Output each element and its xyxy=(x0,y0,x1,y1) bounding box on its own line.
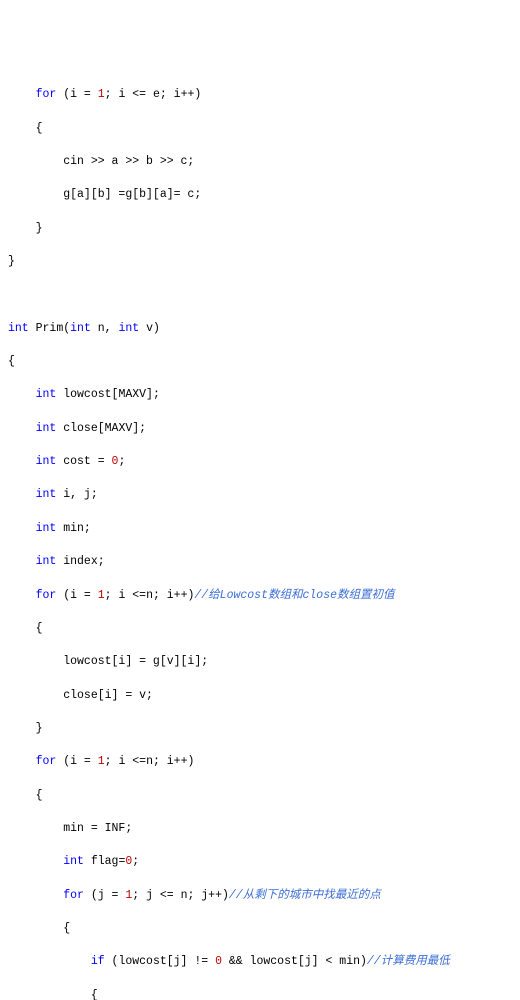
code-line xyxy=(8,287,512,304)
code-line: int lowcost[MAXV]; xyxy=(8,387,512,404)
code-line: for (i = 1; i <= e; i++) xyxy=(8,87,512,104)
code-line: for (i = 1; i <=n; i++) xyxy=(8,754,512,771)
code-line: lowcost[i] = g[v][i]; xyxy=(8,654,512,671)
code-line: } xyxy=(8,221,512,238)
code-block: for (i = 1; i <= e; i++) { cin >> a >> b… xyxy=(8,71,512,1000)
code-line: cin >> a >> b >> c; xyxy=(8,154,512,171)
comment: //计算费用最低 xyxy=(367,955,450,968)
code-line: int Prim(int n, int v) xyxy=(8,321,512,338)
code-line: } xyxy=(8,254,512,271)
comment: //从剩下的城市中找最近的点 xyxy=(229,889,381,902)
code-line: { xyxy=(8,988,512,1000)
code-line: int i, j; xyxy=(8,487,512,504)
code-line: { xyxy=(8,621,512,638)
code-line: int cost = 0; xyxy=(8,454,512,471)
code-line: close[i] = v; xyxy=(8,688,512,705)
code-line: g[a][b] =g[b][a]= c; xyxy=(8,187,512,204)
code-line: { xyxy=(8,921,512,938)
code-line: int index; xyxy=(8,554,512,571)
code-line: { xyxy=(8,354,512,371)
code-line: } xyxy=(8,721,512,738)
code-line: { xyxy=(8,788,512,805)
code-line: for (j = 1; j <= n; j++)//从剩下的城市中找最近的点 xyxy=(8,888,512,905)
code-line: int close[MAXV]; xyxy=(8,421,512,438)
code-line: min = INF; xyxy=(8,821,512,838)
code-line: for (i = 1; i <=n; i++)//给Lowcost数组和clos… xyxy=(8,588,512,605)
code-line: int min; xyxy=(8,521,512,538)
code-line: int flag=0; xyxy=(8,854,512,871)
comment: //给Lowcost数组和close数组置初值 xyxy=(194,589,394,602)
code-line: { xyxy=(8,121,512,138)
code-line: if (lowcost[j] != 0 && lowcost[j] < min)… xyxy=(8,954,512,971)
